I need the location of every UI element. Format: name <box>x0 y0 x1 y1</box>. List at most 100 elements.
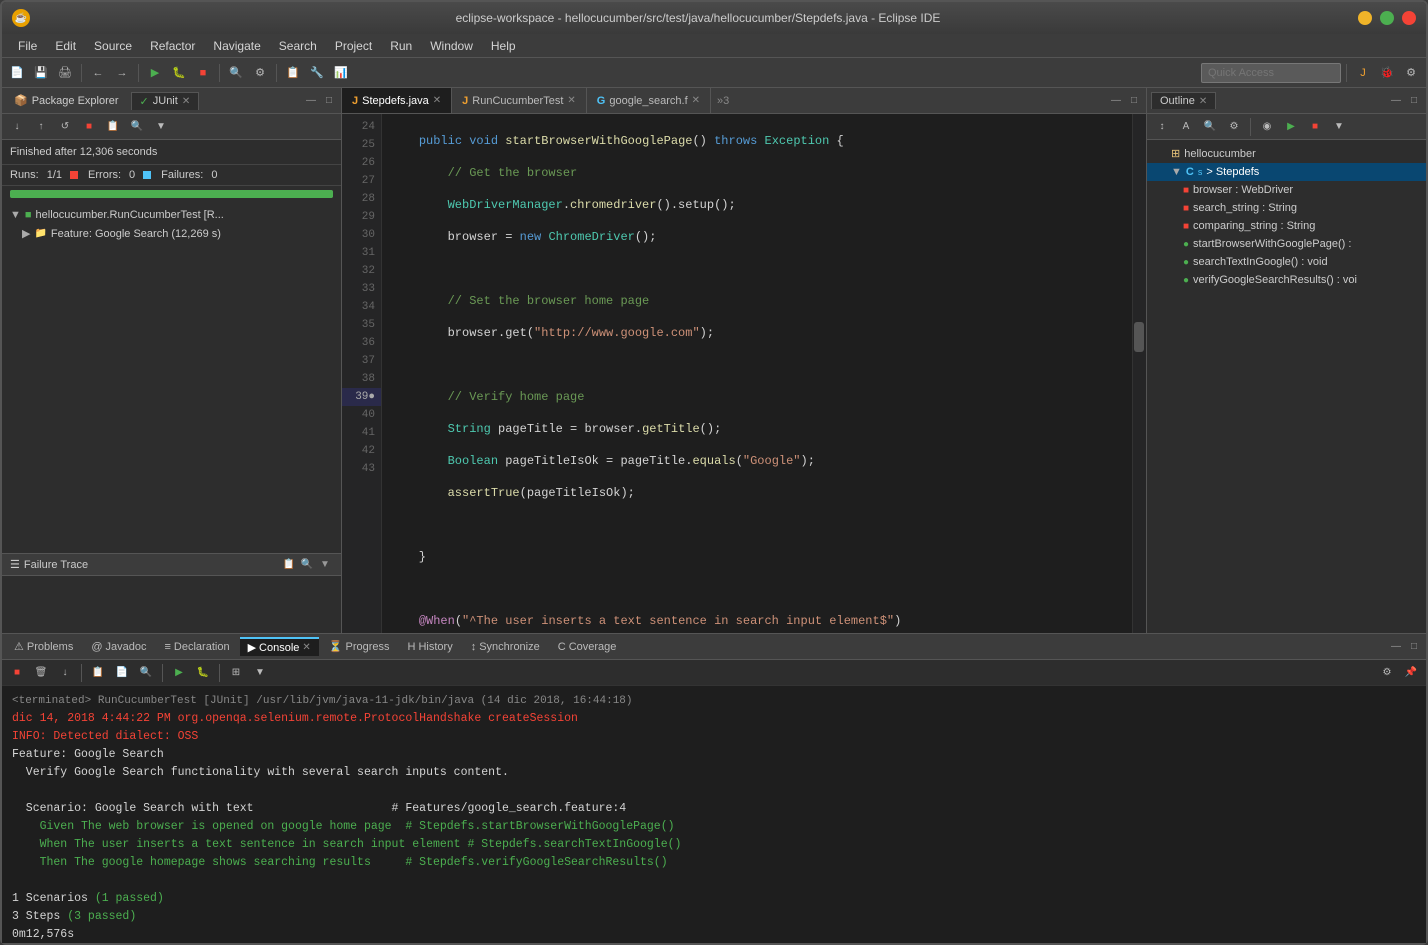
tab-overflow[interactable]: »3 <box>711 95 735 107</box>
tab-problems[interactable]: ⚠ Problems <box>6 638 81 655</box>
outline-comparing-string[interactable]: ■ comparing_string : String <box>1147 217 1426 235</box>
tab-declaration[interactable]: ≡ Declaration <box>157 639 238 655</box>
tab-javadoc[interactable]: @ Javadoc <box>83 639 154 655</box>
outline-search-string[interactable]: ■ search_string : String <box>1147 199 1426 217</box>
tree-item-feature[interactable]: ▶ 📁 Feature: Google Search (12,269 s) <box>2 224 341 243</box>
console-debug[interactable]: 🐛 <box>192 662 214 684</box>
console-copy[interactable]: 📋 <box>87 662 109 684</box>
tab-stepdefs[interactable]: J Stepdefs.java ✕ <box>342 88 452 113</box>
menu-source[interactable]: Source <box>86 37 140 55</box>
menu-run[interactable]: Run <box>382 37 420 55</box>
console-stop[interactable]: ■ <box>6 662 28 684</box>
outline-start-browser[interactable]: ● startBrowserWithGooglePage() : <box>1147 235 1426 253</box>
outline-verify-results[interactable]: ● verifyGoogleSearchResults() : voi <box>1147 271 1426 289</box>
toolbar-run[interactable]: ▶ <box>144 62 166 84</box>
stepdefs-close[interactable]: ✕ <box>433 95 441 106</box>
maximize-button[interactable] <box>1380 11 1394 25</box>
console-maximize[interactable]: □ <box>1406 639 1422 655</box>
outline-browser[interactable]: ■ browser : WebDriver <box>1147 181 1426 199</box>
code-content[interactable]: public void startBrowserWithGooglePage()… <box>382 114 1132 633</box>
outline-close-icon[interactable]: ✕ <box>1199 96 1207 107</box>
tab-history[interactable]: H History <box>400 639 461 655</box>
outline-root[interactable]: ⊞ hellocucumber <box>1147 144 1426 163</box>
toolbar-persp-settings[interactable]: ⚙ <box>1400 62 1422 84</box>
tree-item-runcucumber[interactable]: ▼ ■ hellocucumber.RunCucumberTest [R... <box>2 206 341 224</box>
toolbar-back[interactable]: ← <box>87 62 109 84</box>
outline-collapse[interactable]: ◉ <box>1256 116 1278 138</box>
toolbar-forward[interactable]: → <box>111 62 133 84</box>
tab-console[interactable]: ▶ Console ✕ <box>240 637 319 656</box>
outline-stop[interactable]: ■ <box>1304 116 1326 138</box>
console-scroll[interactable]: ↓ <box>54 662 76 684</box>
menu-window[interactable]: Window <box>422 37 481 55</box>
junit-next-fail[interactable]: ↓ <box>6 116 28 138</box>
toolbar-persp-debug[interactable]: 🐞 <box>1376 62 1398 84</box>
console-settings[interactable]: ⚙ <box>1376 662 1398 684</box>
outline-stepdefs[interactable]: ▼ C s > Stepdefs <box>1147 163 1426 181</box>
filter-trace-btn[interactable]: 🔍 <box>299 557 315 573</box>
editor-minimize[interactable]: — <box>1108 93 1124 109</box>
menu-file[interactable]: File <box>10 37 45 55</box>
runcucumber-close[interactable]: ✕ <box>567 95 575 106</box>
toolbar-perspective3[interactable]: 📊 <box>330 62 352 84</box>
outline-search-text[interactable]: ● searchTextInGoogle() : void <box>1147 253 1426 271</box>
menu-navigate[interactable]: Navigate <box>205 37 268 55</box>
quick-access-input[interactable] <box>1201 63 1341 83</box>
toolbar-search[interactable]: 🔍 <box>225 62 247 84</box>
console-clear[interactable]: 🗑 <box>30 662 52 684</box>
close-button[interactable] <box>1402 11 1416 25</box>
outline-btn4[interactable]: ⚙ <box>1223 116 1245 138</box>
outline-btn3[interactable]: 🔍 <box>1199 116 1221 138</box>
console-menu[interactable]: ▼ <box>249 662 271 684</box>
junit-stop[interactable]: ■ <box>78 116 100 138</box>
google-close[interactable]: ✕ <box>692 95 700 106</box>
junit-close-icon[interactable]: ✕ <box>182 96 190 107</box>
console-layout[interactable]: ⊞ <box>225 662 247 684</box>
toolbar-stop[interactable]: ■ <box>192 62 214 84</box>
toolbar-new[interactable]: 📄 <box>6 62 28 84</box>
menu-edit[interactable]: Edit <box>47 37 84 55</box>
console-minimize[interactable]: — <box>1388 639 1404 655</box>
editor-maximize[interactable]: □ <box>1126 93 1142 109</box>
minimize-button[interactable] <box>1358 11 1372 25</box>
console-pin[interactable]: 📌 <box>1400 662 1422 684</box>
outline-run[interactable]: ▶ <box>1280 116 1302 138</box>
more-trace-btn[interactable]: ▼ <box>317 557 333 573</box>
console-run[interactable]: ▶ <box>168 662 190 684</box>
scrollbar[interactable] <box>1132 114 1146 633</box>
toolbar-perspective2[interactable]: 🔧 <box>306 62 328 84</box>
tab-coverage[interactable]: C Coverage <box>550 639 625 655</box>
toolbar-persp-java[interactable]: J <box>1352 62 1374 84</box>
junit-filter[interactable]: 🔍 <box>126 116 148 138</box>
tab-runcucumber[interactable]: J RunCucumberTest ✕ <box>452 88 587 113</box>
tab-progress[interactable]: ⏳ Progress <box>321 638 398 655</box>
tab-google-search[interactable]: G google_search.f ✕ <box>587 88 711 113</box>
tab-package-explorer[interactable]: 📦 Package Explorer <box>6 92 127 109</box>
toolbar-debug[interactable]: 🐛 <box>168 62 190 84</box>
outline-menu[interactable]: ▼ <box>1328 116 1350 138</box>
maximize-panel[interactable]: □ <box>321 93 337 109</box>
minimize-panel[interactable]: — <box>303 93 319 109</box>
menu-help[interactable]: Help <box>483 37 524 55</box>
outline-btn1[interactable]: ↕ <box>1151 116 1173 138</box>
toolbar-perspective1[interactable]: 📋 <box>282 62 304 84</box>
outline-minimize[interactable]: — <box>1388 93 1404 109</box>
toolbar-print[interactable]: 🖨 <box>54 62 76 84</box>
toolbar-save[interactable]: 💾 <box>30 62 52 84</box>
toolbar-refactor[interactable]: ⚙ <box>249 62 271 84</box>
tab-synchronize[interactable]: ↕ Synchronize <box>463 639 548 655</box>
tab-junit[interactable]: ✓ JUnit ✕ <box>131 92 200 110</box>
tab-outline[interactable]: Outline ✕ <box>1151 92 1216 109</box>
copy-trace-btn[interactable]: 📋 <box>281 557 297 573</box>
menu-project[interactable]: Project <box>327 37 380 55</box>
junit-prev-fail[interactable]: ↑ <box>30 116 52 138</box>
outline-maximize[interactable]: □ <box>1406 93 1422 109</box>
menu-refactor[interactable]: Refactor <box>142 37 203 55</box>
outline-btn2[interactable]: A <box>1175 116 1197 138</box>
console-close-icon[interactable]: ✕ <box>302 642 310 653</box>
junit-history[interactable]: 📋 <box>102 116 124 138</box>
console-paste[interactable]: 📄 <box>111 662 133 684</box>
junit-rerun[interactable]: ↺ <box>54 116 76 138</box>
console-find[interactable]: 🔍 <box>135 662 157 684</box>
junit-view-menu[interactable]: ▼ <box>150 116 172 138</box>
